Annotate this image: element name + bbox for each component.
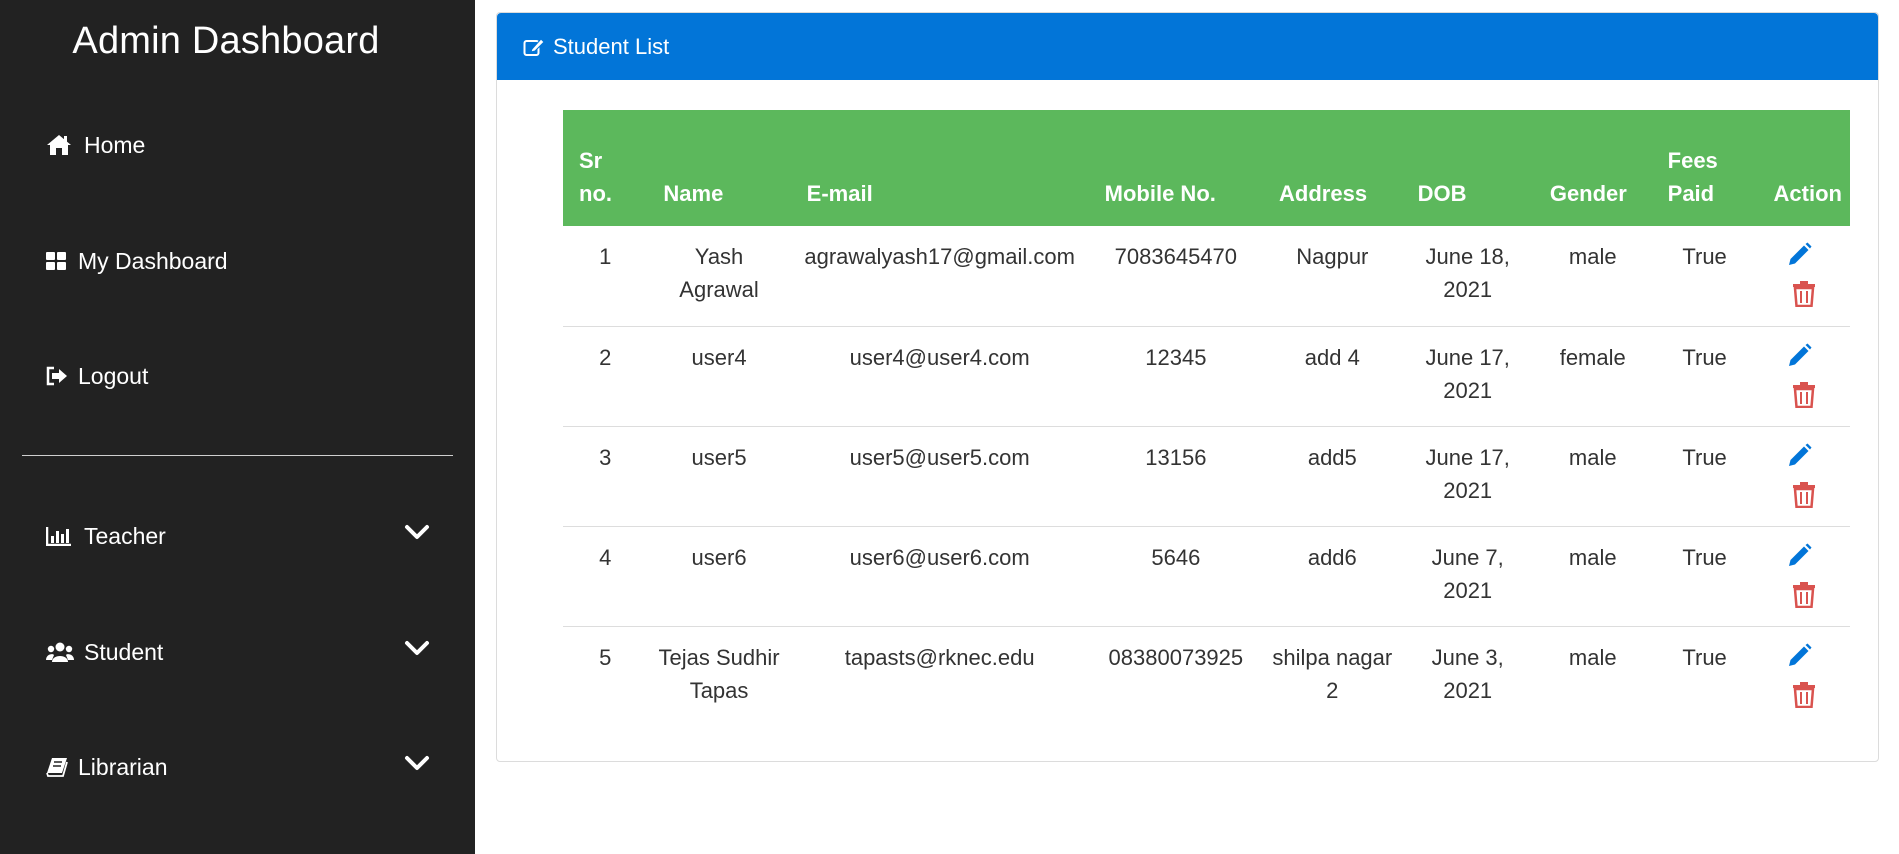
logout-icon [46, 363, 70, 389]
edit-icon[interactable] [1786, 242, 1812, 277]
cell-sr: 3 [563, 425, 648, 526]
edit-icon[interactable] [1786, 443, 1812, 478]
cell-name: Tejas Sudhir Tapas [647, 625, 791, 726]
sidebar-item-home[interactable]: Home [46, 125, 145, 165]
cell-action [1757, 625, 1850, 726]
col-header-address: Address [1279, 181, 1368, 206]
cell-email: user4@user4.com [790, 325, 1089, 426]
table-row: 3 user5 user5@user5.com 13156 add5 June … [563, 425, 1850, 526]
sidebar-item-label: Student [84, 638, 164, 665]
cell-sr: 4 [563, 525, 648, 626]
sidebar: Admin Dashboard Home My Dashboard Logout… [0, 0, 475, 854]
edit-icon [523, 37, 545, 57]
users-icon [46, 639, 76, 665]
cell-gender: male [1533, 525, 1652, 626]
sidebar-item-label: Home [84, 131, 146, 158]
cell-gender: male [1533, 625, 1652, 726]
cell-mobile: 5646 [1088, 525, 1264, 626]
cell-mobile: 12345 [1088, 325, 1264, 426]
cell-dob: June 18, 2021 [1425, 244, 1510, 302]
cell-fees-paid: True [1682, 244, 1727, 269]
chevron-down-icon[interactable] [404, 755, 430, 775]
edit-icon[interactable] [1786, 543, 1812, 578]
student-table: Sr no. Name E-mail Mobile No. Address DOB… [563, 110, 1850, 726]
cell-fees-paid: True [1651, 425, 1758, 526]
cell-mobile: 7083645470 [1114, 244, 1238, 269]
cell-email: user6@user6.com [790, 525, 1089, 626]
cell-name: user5 [647, 425, 791, 526]
sidebar-item-teacher[interactable]: Teacher [46, 516, 166, 556]
sidebar-item-my-dashboard[interactable]: My Dashboard [46, 241, 228, 281]
book-icon [46, 754, 70, 780]
table-row: 1 Yash Agrawal agrawalyash17@gmail.com 7… [563, 226, 1850, 326]
sidebar-title: Admin Dashboard [72, 20, 380, 62]
sidebar-item-label: Teacher [84, 522, 166, 549]
cell-email: tapasts@rknec.edu [790, 625, 1089, 726]
cell-address: add5 [1263, 425, 1402, 526]
cell-sr: 1 [599, 244, 612, 269]
chevron-down-icon[interactable] [404, 524, 430, 544]
sidebar-item-label: Logout [78, 362, 149, 389]
delete-icon[interactable] [1792, 481, 1816, 517]
sidebar-item-student[interactable]: Student [46, 632, 163, 672]
table-row: 2 user4 user4@user4.com 12345 add 4 June… [563, 325, 1850, 426]
student-list-panel: Student List Sr no. Name E-mail Mobile No… [496, 12, 1879, 762]
cell-address: shilpa nagar 2 [1263, 625, 1402, 726]
cell-mobile: 13156 [1088, 425, 1264, 526]
cell-email: agrawalyash17@gmail.com [804, 244, 1075, 269]
delete-icon[interactable] [1792, 281, 1816, 316]
chevron-down-icon[interactable] [404, 640, 430, 660]
col-header-dob: DOB [1417, 181, 1467, 206]
dashboard-grid-icon [46, 248, 70, 274]
edit-icon[interactable] [1786, 343, 1812, 378]
col-header-name: Name [663, 181, 724, 206]
cell-sr: 5 [563, 625, 648, 726]
edit-icon[interactable] [1786, 643, 1812, 678]
cell-email: user5@user5.com [790, 425, 1089, 526]
cell-address: add 4 [1263, 325, 1402, 426]
cell-address: Nagpur [1296, 244, 1369, 269]
delete-icon[interactable] [1792, 381, 1816, 417]
cell-name: user4 [647, 325, 791, 426]
table-row: 5 Tejas Sudhir Tapas tapasts@rknec.edu 0… [563, 625, 1850, 726]
col-header-email: E-mail [806, 181, 873, 206]
col-header-action: Action [1773, 181, 1842, 206]
delete-icon[interactable] [1792, 581, 1816, 617]
sidebar-item-label: My Dashboard [78, 247, 228, 274]
cell-fees-paid: True [1651, 325, 1758, 426]
cell-address: add6 [1263, 525, 1402, 626]
table-row: 4 user6 user6@user6.com 5646 add6 June 7… [563, 525, 1850, 626]
cell-dob: June 7, 2021 [1401, 525, 1534, 626]
cell-action [1758, 226, 1850, 326]
cell-dob: June 17, 2021 [1401, 425, 1534, 526]
cell-fees-paid: True [1651, 525, 1758, 626]
cell-action [1757, 525, 1850, 626]
sidebar-item-librarian[interactable]: Librarian [46, 747, 168, 787]
cell-dob: June 3, 2021 [1401, 625, 1534, 726]
bar-chart-icon [46, 523, 76, 549]
cell-action [1757, 425, 1850, 526]
cell-gender: male [1533, 425, 1652, 526]
sidebar-item-logout[interactable]: Logout [46, 356, 148, 396]
cell-dob: June 17, 2021 [1401, 325, 1534, 426]
cell-action [1757, 325, 1850, 426]
cell-name: user6 [647, 525, 791, 626]
col-header-gender: Gender [1549, 181, 1627, 206]
col-header-sr: Sr no. [579, 148, 612, 206]
panel-title: Student List [553, 33, 670, 59]
home-icon [46, 132, 76, 158]
delete-icon[interactable] [1792, 681, 1816, 717]
col-header-mobile: Mobile No. [1104, 181, 1216, 206]
cell-fees-paid: True [1651, 625, 1758, 726]
cell-mobile: 08380073925 [1088, 625, 1264, 726]
cell-gender: female [1533, 325, 1652, 426]
sidebar-item-label: Librarian [78, 753, 168, 780]
col-header-fees-paid: Fees Paid [1667, 148, 1718, 206]
sidebar-divider [22, 455, 453, 456]
cell-gender: male [1568, 244, 1617, 269]
cell-name: Yash Agrawal [679, 244, 759, 302]
cell-sr: 2 [563, 325, 648, 426]
table-header-row: Sr no. Name E-mail Mobile No. Address DOB… [563, 110, 1850, 226]
panel-header: Student List [497, 13, 1878, 80]
